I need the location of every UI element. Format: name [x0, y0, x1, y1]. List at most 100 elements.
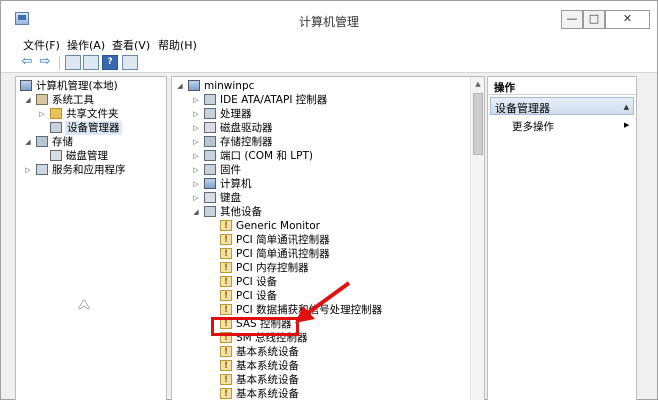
expand-triangle-icon[interactable]: ▷ [192, 93, 200, 107]
expand-triangle-icon[interactable]: ▷ [192, 107, 200, 121]
expand-triangle-icon[interactable]: ▷ [38, 107, 46, 121]
category-label: 端口 (COM 和 LPT) [220, 150, 313, 162]
tree-item-category[interactable]: ▷ 键盘 [172, 191, 468, 205]
tree-item-root[interactable]: 计算机管理(本地) [16, 79, 166, 93]
tree-item-device[interactable]: 基本系统设备 [172, 387, 468, 400]
tree-item-category[interactable]: ▷ 存储控制器 [172, 135, 468, 149]
expand-triangle-icon[interactable]: ▷ [192, 149, 200, 163]
tree-item-category[interactable]: ▷ 计算机 [172, 177, 468, 191]
category-label: 处理器 [220, 108, 252, 120]
help-icon[interactable]: ? [102, 55, 118, 70]
maximize-button[interactable]: □ [583, 10, 605, 29]
collapse-triangle-icon[interactable]: ◢ [176, 79, 184, 93]
menu-view[interactable]: 查看(V) [112, 37, 150, 53]
category-label: IDE ATA/ATAPI 控制器 [220, 94, 328, 106]
computer-management-window: 计算机管理 — □ ✕ 文件(F) 操作(A) 查看(V) 帮助(H) ⇦ ⇨ … [0, 0, 658, 400]
device-label: PCI 内存控制器 [236, 262, 309, 274]
tree-item-category[interactable]: ▷ 磁盘驱动器 [172, 121, 468, 135]
collapse-triangle-icon[interactable]: ◢ [24, 135, 32, 149]
tree-item-category[interactable]: ▷ 端口 (COM 和 LPT) [172, 149, 468, 163]
collapse-up-icon[interactable]: ▲ [624, 103, 629, 111]
device-label: 基本系统设备 [236, 346, 299, 358]
unknown-device-warning-icon [220, 345, 232, 359]
menu-action[interactable]: 操作(A) [67, 37, 105, 53]
tree-item-minwinpc[interactable]: ◢ minwinpc [172, 79, 468, 93]
close-button[interactable]: ✕ [605, 10, 650, 29]
unknown-device-warning-icon [220, 303, 232, 317]
actions-section-device-manager[interactable]: 设备管理器 ▲ [490, 97, 634, 115]
tree-item-system-tools[interactable]: ◢ 系统工具 [16, 93, 166, 107]
scroll-thumb[interactable] [473, 93, 483, 155]
computer-icon [20, 80, 32, 91]
vertical-scrollbar[interactable]: ▲ [470, 77, 484, 400]
tree-item-category[interactable]: ◢ 其他设备 [172, 205, 468, 219]
tree-item-storage[interactable]: ◢ 存储 [16, 135, 166, 149]
device-tree: ◢ minwinpc ▷ IDE ATA/ATAPI 控制器 ▷ 处理器 ▷ 磁盘驱动器 ▷… [171, 76, 485, 400]
red-arrow-icon [295, 281, 351, 323]
tree-item-device[interactable]: Generic Monitor [172, 219, 468, 233]
minimize-button[interactable]: — [561, 10, 583, 29]
unknown-device-warning-icon [220, 373, 232, 387]
expand-triangle-icon[interactable]: ▷ [192, 191, 200, 205]
computer-icon [204, 178, 216, 189]
storage-icon [36, 136, 48, 147]
action-pane-icon[interactable] [122, 55, 138, 70]
device-label: PCI 简单通讯控制器 [236, 248, 330, 260]
expand-triangle-icon[interactable]: ▷ [192, 121, 200, 135]
submenu-arrow-icon[interactable]: ▶ [624, 121, 629, 129]
tree-item-device[interactable]: 基本系统设备 [172, 345, 468, 359]
device-label: PCI 设备 [236, 276, 278, 288]
unknown-device-warning-icon [220, 359, 232, 373]
expand-triangle-icon[interactable]: ▷ [192, 135, 200, 149]
collapse-triangle-icon[interactable]: ◢ [192, 205, 200, 219]
device-label: 基本系统设备 [236, 374, 299, 386]
tree-item-category[interactable]: ▷ 处理器 [172, 107, 468, 121]
tree-item-device[interactable]: 基本系统设备 [172, 373, 468, 387]
mouse-cursor-icon: ⮝ [78, 297, 90, 313]
tree-item-device[interactable]: PCI 内存控制器 [172, 261, 468, 275]
tools-icon [36, 94, 48, 105]
category-label: 计算机 [220, 178, 252, 190]
device-label: 基本系统设备 [236, 360, 299, 372]
tree-item-shared-folders[interactable]: ▷ 共享文件夹 [16, 107, 166, 121]
tree-item-disk-management[interactable]: 磁盘管理 [16, 149, 166, 163]
tree-item-services-apps[interactable]: ▷ 服务和应用程序 [16, 163, 166, 177]
unknown-device-warning-icon [220, 247, 232, 261]
tree-item-device[interactable]: PCI 简单通讯控制器 [172, 247, 468, 261]
actions-section-label: 设备管理器 [495, 102, 550, 115]
shared-folder-icon [50, 108, 62, 119]
category-label: 其他设备 [220, 206, 262, 218]
scroll-up-icon[interactable]: ▲ [471, 77, 484, 91]
unknown-device-warning-icon [220, 261, 232, 275]
disk-drive-icon [204, 122, 216, 133]
menu-file[interactable]: 文件(F) [23, 37, 60, 53]
computer-icon [188, 80, 200, 91]
show-hide-tree-icon[interactable] [83, 55, 99, 70]
category-label: 键盘 [220, 192, 241, 204]
toolbar: ⇦ ⇨ ? [1, 53, 657, 73]
processor-icon [204, 108, 216, 119]
device-label: 基本系统设备 [236, 388, 299, 400]
back-arrow-icon[interactable]: ⇦ [19, 55, 35, 70]
tree-item-category[interactable]: ▷ IDE ATA/ATAPI 控制器 [172, 93, 468, 107]
category-label: 固件 [220, 164, 241, 176]
up-level-icon[interactable] [65, 55, 81, 70]
device-label: PCI 简单通讯控制器 [236, 234, 330, 246]
expand-triangle-icon[interactable]: ▷ [192, 163, 200, 177]
menu-help[interactable]: 帮助(H) [158, 37, 197, 53]
tree-item-device[interactable]: PCI 简单通讯控制器 [172, 233, 468, 247]
ide-controller-icon [204, 94, 216, 105]
tree-item-device[interactable]: 基本系统设备 [172, 359, 468, 373]
unknown-device-warning-icon [220, 387, 232, 400]
tree-item-device-manager[interactable]: 设备管理器 [16, 121, 166, 135]
unknown-device-warning-icon [220, 275, 232, 289]
expand-triangle-icon[interactable]: ▷ [192, 177, 200, 191]
tree-item-category[interactable]: ▷ 固件 [172, 163, 468, 177]
device-manager-icon [50, 122, 62, 133]
more-actions-link[interactable]: 更多操作 [512, 119, 554, 134]
disk-management-icon [50, 150, 62, 161]
forward-arrow-icon[interactable]: ⇨ [37, 55, 53, 70]
collapse-triangle-icon[interactable]: ◢ [24, 93, 32, 107]
actions-header: 操作 [488, 77, 636, 95]
expand-triangle-icon[interactable]: ▷ [24, 163, 32, 177]
